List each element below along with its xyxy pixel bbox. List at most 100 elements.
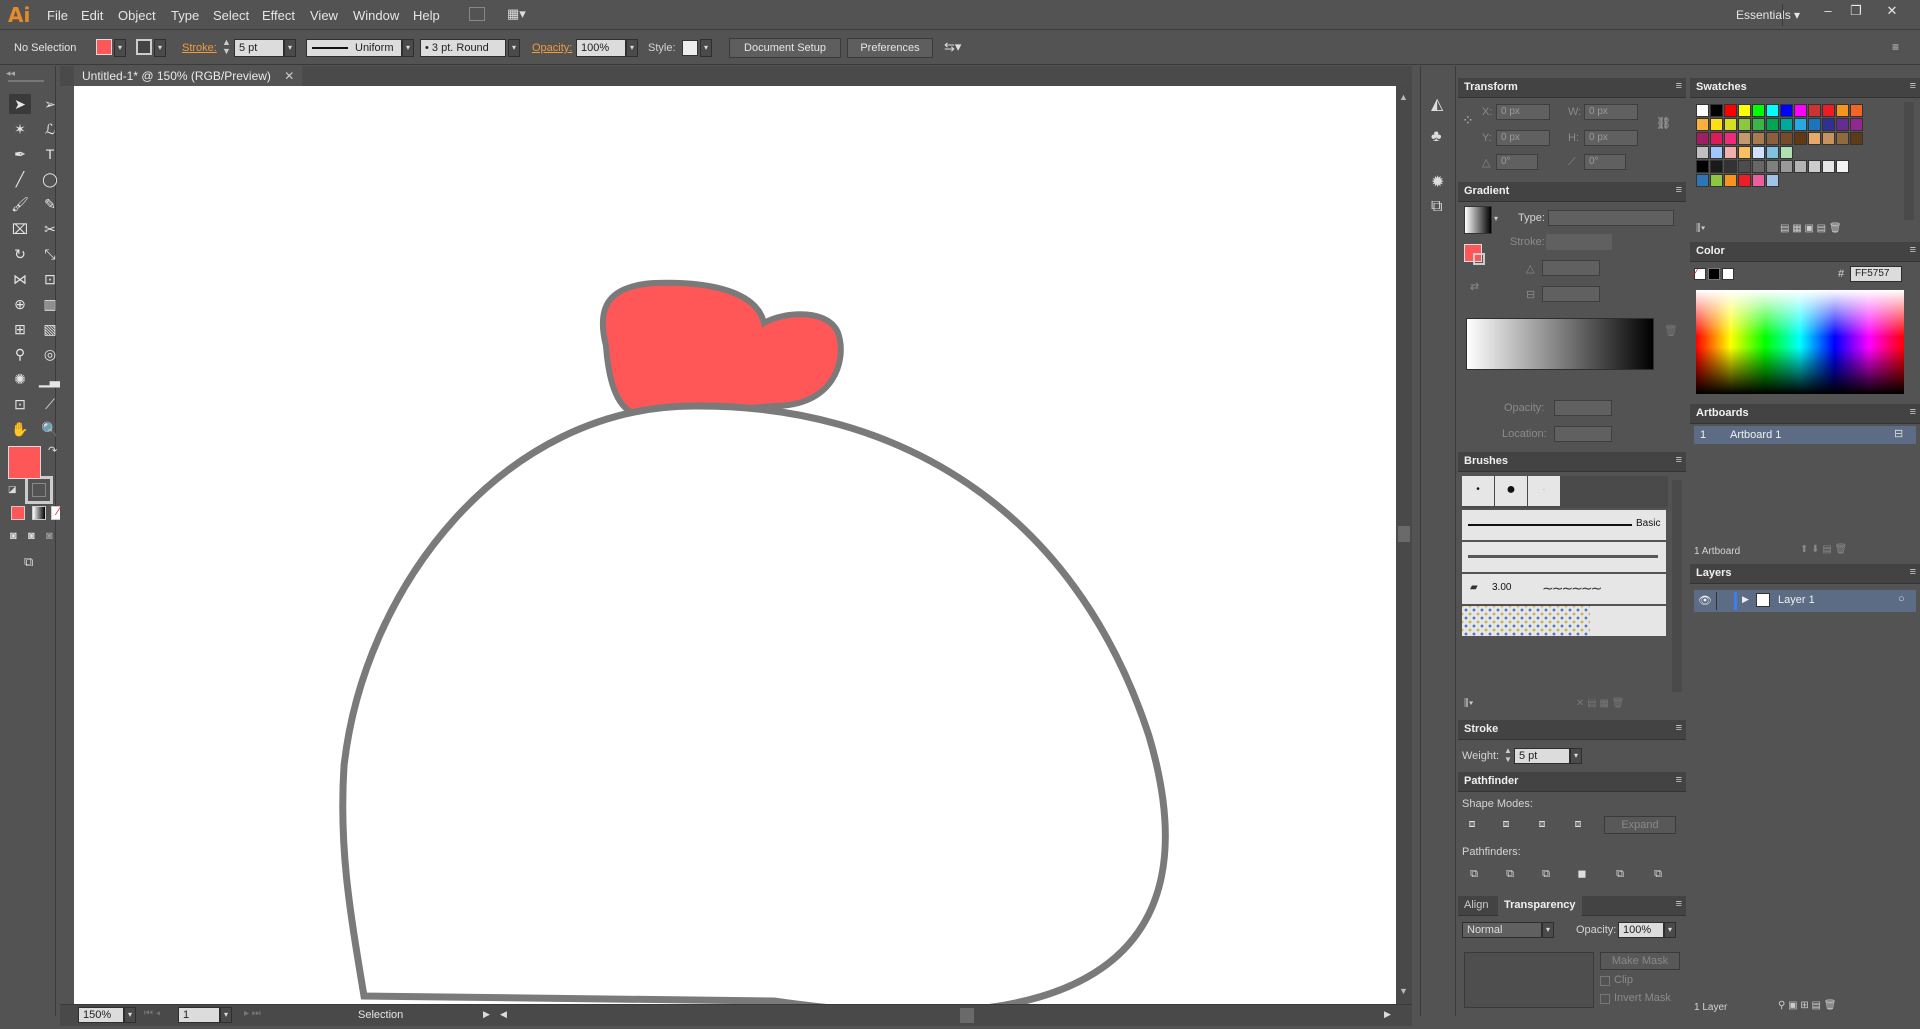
minus-back-icon[interactable]: ⧉ xyxy=(1650,866,1666,882)
constrain-proportions-icon[interactable]: ⛓ xyxy=(1656,116,1671,130)
stroke-stepper[interactable]: ▲ ▼ xyxy=(222,38,231,56)
menu-type[interactable]: Type xyxy=(171,8,199,23)
stroke-color-swatch[interactable] xyxy=(136,39,152,55)
draw-behind-icon[interactable]: ◙ xyxy=(28,530,35,542)
color-swatch[interactable] xyxy=(1738,146,1751,159)
layers-panel-header[interactable]: Layers ≡ xyxy=(1690,564,1920,584)
profile-dropdown[interactable]: ▾ xyxy=(402,39,414,57)
brush-dropdown[interactable]: ▾ xyxy=(508,39,520,57)
exclude-icon[interactable]: ⧈ xyxy=(1570,816,1586,832)
document-setup-button[interactable]: Document Setup xyxy=(729,38,841,58)
paintbrush-tool-icon[interactable]: 🖌 xyxy=(9,194,31,214)
brush-charcoal[interactable] xyxy=(1462,542,1666,572)
color-swatch[interactable] xyxy=(1752,104,1765,117)
horizontal-scroll-thumb[interactable] xyxy=(960,1008,974,1023)
transparency-opacity-input[interactable]: 100% xyxy=(1618,922,1664,938)
expand-layer-icon[interactable]: ▶ xyxy=(1742,594,1749,605)
color-swatch[interactable] xyxy=(1696,160,1709,173)
color-swatch[interactable] xyxy=(1752,146,1765,159)
color-swatch[interactable] xyxy=(1724,146,1737,159)
swap-fill-stroke-icon[interactable]: ↷ xyxy=(48,444,57,457)
stroke-weight-field[interactable]: 5 pt xyxy=(1514,748,1570,764)
divide-icon[interactable]: ⧉ xyxy=(1466,866,1482,882)
fill-color-box[interactable] xyxy=(8,446,41,479)
navigator-panel-icon[interactable]: ◭ xyxy=(1431,94,1443,114)
scissors-tool-icon[interactable]: ✂ xyxy=(39,219,61,239)
minimize-icon[interactable]: – xyxy=(1816,3,1840,21)
vertical-scroll-thumb[interactable] xyxy=(1398,526,1410,542)
color-swatch[interactable] xyxy=(1766,160,1779,173)
zoom-level-input[interactable]: 150% xyxy=(78,1007,124,1023)
brushes-panel-header[interactable]: Brushes ≡ xyxy=(1458,452,1686,472)
none-color-swatch[interactable]: ⁄ xyxy=(1694,268,1706,280)
swatches-panel-menu-icon[interactable]: ≡ xyxy=(1910,80,1916,92)
column-graph-tool-icon[interactable]: ▁▃▅ xyxy=(39,369,71,389)
color-swatch[interactable] xyxy=(1738,132,1751,145)
preferences-button[interactable]: Preferences xyxy=(847,38,933,58)
swatches-scrollbar[interactable] xyxy=(1904,102,1914,220)
color-swatch[interactable] xyxy=(1724,174,1737,187)
close-document-icon[interactable]: ✕ xyxy=(284,69,294,83)
merge-icon[interactable]: ⧉ xyxy=(1538,866,1554,882)
color-swatch[interactable] xyxy=(1766,132,1779,145)
color-swatch[interactable] xyxy=(1822,160,1835,173)
menu-help[interactable]: Help xyxy=(413,8,440,23)
variable-width-profile[interactable]: Uniform xyxy=(306,39,402,57)
menu-effect[interactable]: Effect xyxy=(262,8,295,23)
graphic-styles-panel-icon[interactable]: ⧉ xyxy=(1431,198,1442,216)
swatch-libraries-icon[interactable]: ⫼▾ xyxy=(1696,223,1705,234)
transparency-panel-menu-icon[interactable]: ≡ xyxy=(1676,898,1682,910)
brush-large-dot-icon[interactable]: ● xyxy=(1495,476,1527,506)
scroll-down-icon[interactable]: ▼ xyxy=(1399,986,1408,996)
gradient-type-dropdown[interactable] xyxy=(1548,210,1674,226)
color-swatch[interactable] xyxy=(1710,174,1723,187)
brush-small-dot-icon[interactable]: • xyxy=(1462,476,1494,506)
color-swatch[interactable] xyxy=(1696,174,1709,187)
color-swatch[interactable] xyxy=(1850,104,1863,117)
stroke-weight-dropdown[interactable]: ▾ xyxy=(284,39,296,57)
stroke-weight-input[interactable]: 5 pt xyxy=(234,39,284,57)
layers-panel-menu-icon[interactable]: ≡ xyxy=(1910,566,1916,578)
stroke-label[interactable]: Stroke: xyxy=(182,42,217,54)
toolbox-grip[interactable] xyxy=(8,80,44,82)
crop-icon[interactable]: ◼ xyxy=(1574,866,1590,882)
menu-object[interactable]: Object xyxy=(118,8,156,23)
artboard[interactable] xyxy=(74,86,1396,1004)
delete-stop-icon[interactable]: 🗑 xyxy=(1664,324,1678,337)
line-tool-icon[interactable]: ╱ xyxy=(9,169,31,189)
type-tool-icon[interactable]: T xyxy=(39,144,61,164)
gradient-aspect-input[interactable] xyxy=(1542,286,1600,302)
artboards-panel-menu-icon[interactable]: ≡ xyxy=(1910,406,1916,418)
black-color-swatch[interactable] xyxy=(1708,268,1720,280)
outline-icon[interactable]: ⧉ xyxy=(1612,866,1628,882)
color-swatch[interactable] xyxy=(1696,118,1709,131)
width-tool-icon[interactable]: ⋈ xyxy=(9,269,31,289)
y-input[interactable]: 0 px xyxy=(1496,130,1550,146)
scroll-left-icon[interactable]: ◀ xyxy=(500,1009,507,1020)
symbol-sprayer-tool-icon[interactable]: ✺ xyxy=(9,369,31,389)
transform-panel-header[interactable]: Transform ≡ xyxy=(1458,78,1686,98)
color-swatch[interactable] xyxy=(1780,118,1793,131)
color-swatch[interactable] xyxy=(1822,132,1835,145)
color-swatch[interactable] xyxy=(1766,146,1779,159)
brush-pattern[interactable] xyxy=(1462,606,1666,636)
artboards-panel-header[interactable]: Artboards ≡ xyxy=(1690,404,1920,424)
gradient-thumbnail[interactable] xyxy=(1464,206,1492,234)
lasso-tool-icon[interactable]: ℒ xyxy=(39,119,61,139)
color-swatch[interactable] xyxy=(1710,160,1723,173)
color-panel-menu-icon[interactable]: ≡ xyxy=(1910,244,1916,256)
first-artboard-icon[interactable]: ⏮ ◂ xyxy=(144,1008,160,1019)
gradient-mode-icon[interactable] xyxy=(32,506,46,520)
reverse-gradient-icon[interactable]: ⇄ xyxy=(1470,280,1479,293)
color-swatch[interactable] xyxy=(1766,174,1779,187)
scroll-up-icon[interactable]: ▲ xyxy=(1399,92,1408,102)
gradient-stroke-swatch[interactable] xyxy=(1473,253,1485,265)
artboard-tool-icon[interactable]: ⊡ xyxy=(9,394,31,414)
brush-basic[interactable]: Basic xyxy=(1462,510,1666,540)
gradient-tool-icon[interactable]: ▧ xyxy=(39,319,61,339)
arrange-documents-icon[interactable]: ▦▾ xyxy=(507,6,526,22)
transparency-opacity-dropdown[interactable]: ▾ xyxy=(1664,922,1676,938)
free-transform-tool-icon[interactable]: ⊡ xyxy=(39,269,61,289)
color-spectrum[interactable] xyxy=(1696,290,1904,394)
ellipse-tool-icon[interactable]: ◯ xyxy=(39,169,61,189)
